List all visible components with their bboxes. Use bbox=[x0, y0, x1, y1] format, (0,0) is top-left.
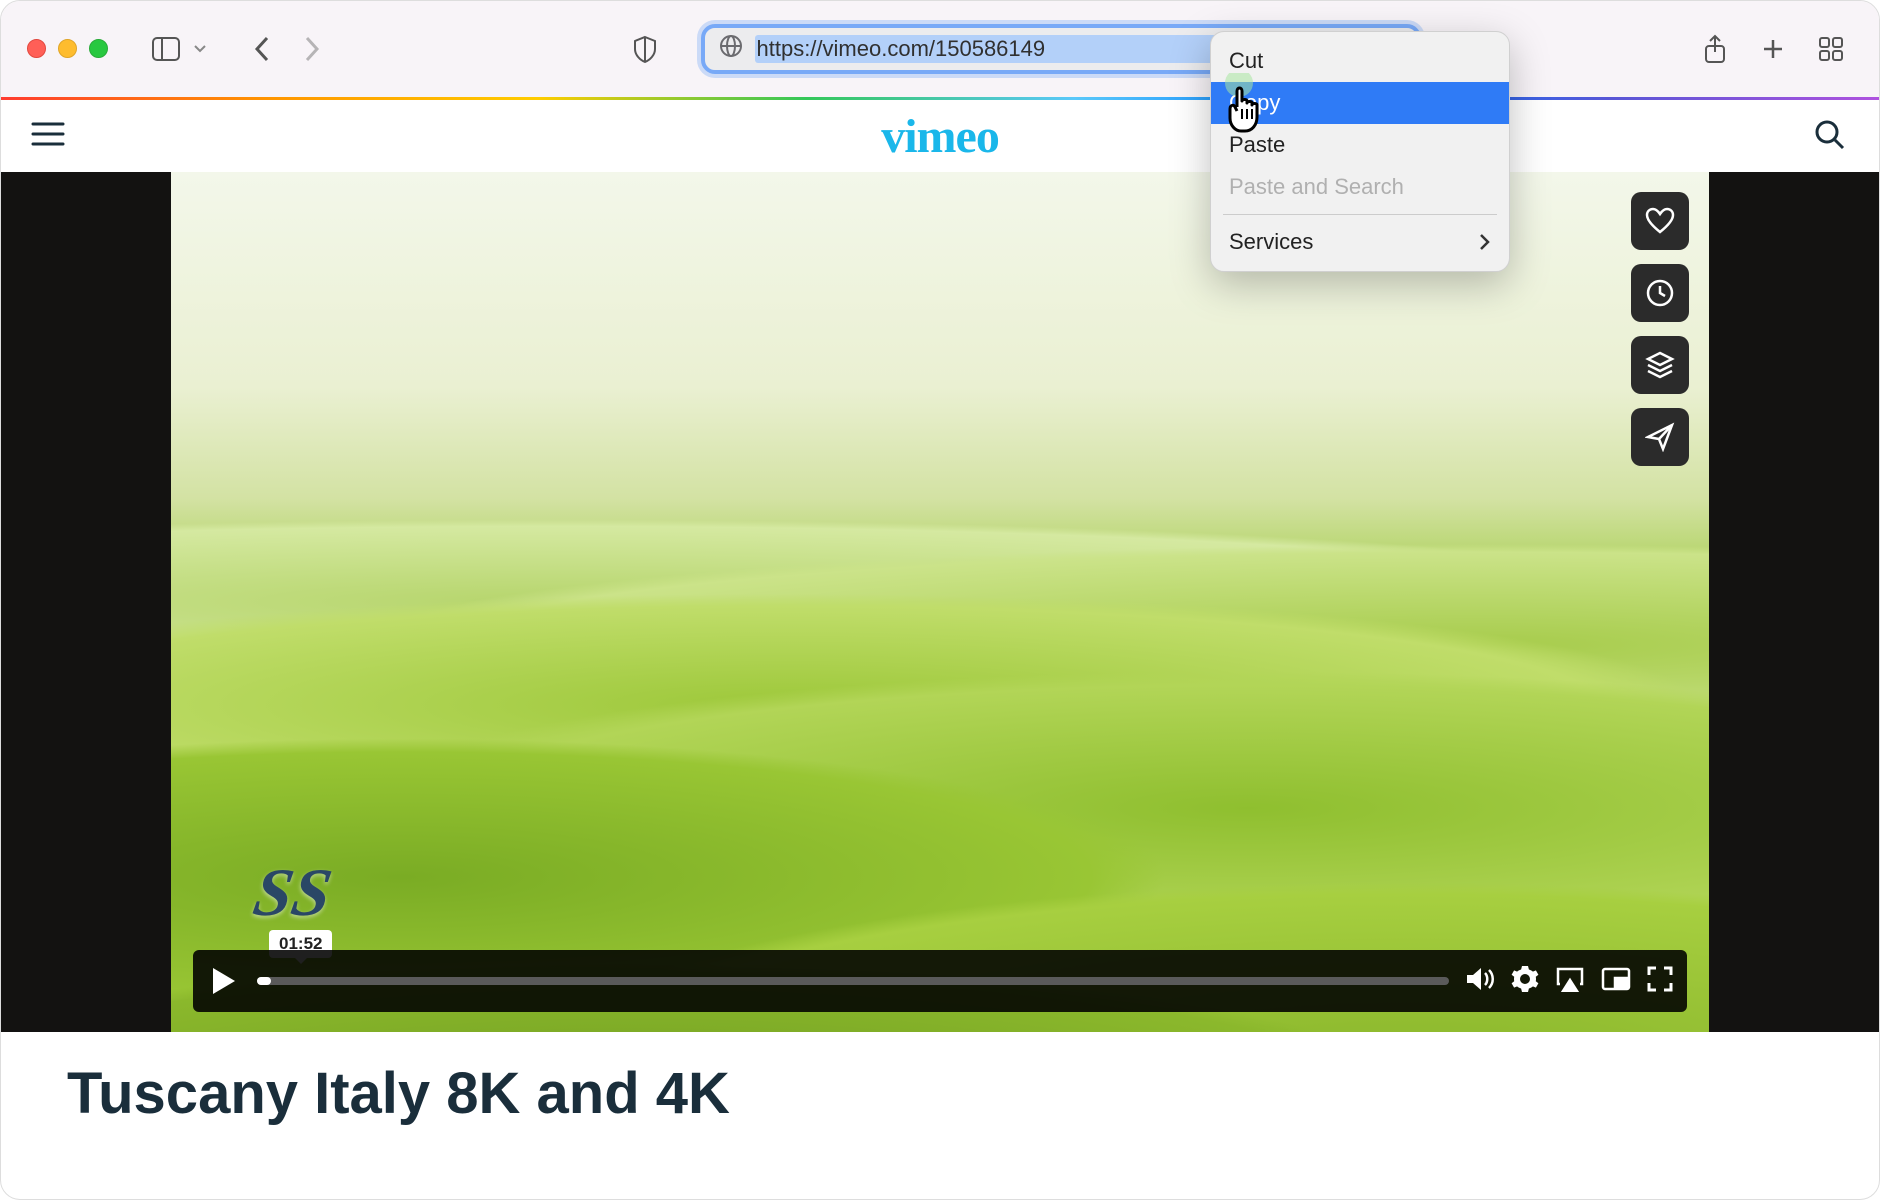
hamburger-menu-button[interactable] bbox=[31, 121, 65, 152]
video-watermark: SS bbox=[248, 853, 338, 932]
sidebar-icon bbox=[152, 37, 180, 61]
settings-button[interactable] bbox=[1511, 965, 1539, 998]
airplay-button[interactable] bbox=[1555, 966, 1585, 997]
globe-icon bbox=[719, 34, 743, 64]
share-icon bbox=[1703, 34, 1727, 64]
gear-icon bbox=[1511, 965, 1539, 993]
share-video-button[interactable] bbox=[1631, 408, 1689, 466]
video-title: Tuscany Italy 8K and 4K bbox=[1, 1032, 1879, 1127]
chevron-down-icon bbox=[193, 44, 207, 54]
paper-plane-icon bbox=[1645, 422, 1675, 452]
collections-button[interactable] bbox=[1631, 336, 1689, 394]
share-button[interactable] bbox=[1693, 27, 1737, 71]
context-menu-label: Services bbox=[1229, 229, 1313, 255]
maximize-window-button[interactable] bbox=[89, 39, 108, 58]
menu-icon bbox=[31, 121, 65, 147]
browser-window: https://vimeo.com/150586149 Cut Copy Pas… bbox=[0, 0, 1880, 1200]
menu-separator bbox=[1223, 214, 1497, 215]
like-button[interactable] bbox=[1631, 192, 1689, 250]
search-icon bbox=[1813, 118, 1845, 150]
cursor-pointer-icon bbox=[1221, 73, 1275, 142]
sidebar-toggle[interactable] bbox=[144, 27, 212, 71]
nav-buttons bbox=[240, 27, 334, 71]
site-logo[interactable]: vimeo bbox=[881, 109, 999, 164]
site-search-button[interactable] bbox=[1813, 118, 1845, 155]
video-frame-image bbox=[171, 172, 1709, 1032]
volume-icon bbox=[1465, 965, 1495, 993]
clock-icon bbox=[1645, 278, 1675, 308]
heart-icon bbox=[1645, 207, 1675, 235]
context-menu: Cut Copy Paste Paste and Search Services bbox=[1210, 31, 1510, 272]
chevron-right-icon bbox=[304, 36, 320, 62]
watch-later-button[interactable] bbox=[1631, 264, 1689, 322]
context-menu-paste-and-search: Paste and Search bbox=[1211, 166, 1509, 208]
privacy-button[interactable] bbox=[623, 27, 667, 71]
new-tab-button[interactable] bbox=[1751, 27, 1795, 71]
browser-toolbar: https://vimeo.com/150586149 bbox=[1, 1, 1879, 97]
pip-icon bbox=[1601, 967, 1631, 991]
forward-button[interactable] bbox=[290, 27, 334, 71]
video-action-buttons bbox=[1631, 192, 1689, 466]
volume-button[interactable] bbox=[1465, 965, 1495, 998]
minimize-window-button[interactable] bbox=[58, 39, 77, 58]
shield-icon bbox=[633, 35, 657, 63]
fullscreen-icon bbox=[1647, 966, 1673, 992]
site-header: vimeo bbox=[1, 100, 1879, 172]
stack-icon bbox=[1645, 350, 1675, 380]
progress-bar[interactable] bbox=[257, 977, 1449, 985]
chevron-right-icon bbox=[1479, 233, 1491, 251]
back-button[interactable] bbox=[240, 27, 284, 71]
context-menu-label: Paste and Search bbox=[1229, 174, 1404, 200]
context-menu-services[interactable]: Services bbox=[1211, 221, 1509, 263]
play-button[interactable] bbox=[207, 968, 241, 994]
airplay-icon bbox=[1555, 966, 1585, 992]
video-container: SS 01:52 bbox=[1, 172, 1879, 1032]
player-controls bbox=[193, 950, 1687, 1012]
video-player[interactable]: SS 01:52 bbox=[171, 172, 1709, 1032]
fullscreen-button[interactable] bbox=[1647, 966, 1673, 997]
context-menu-label: Cut bbox=[1229, 48, 1263, 74]
chevron-left-icon bbox=[254, 36, 270, 62]
pip-button[interactable] bbox=[1601, 967, 1631, 996]
play-icon bbox=[213, 968, 235, 994]
plus-icon bbox=[1761, 37, 1785, 61]
close-window-button[interactable] bbox=[27, 39, 46, 58]
traffic-lights bbox=[27, 39, 108, 58]
tab-overview-button[interactable] bbox=[1809, 27, 1853, 71]
grid-icon bbox=[1818, 36, 1844, 62]
